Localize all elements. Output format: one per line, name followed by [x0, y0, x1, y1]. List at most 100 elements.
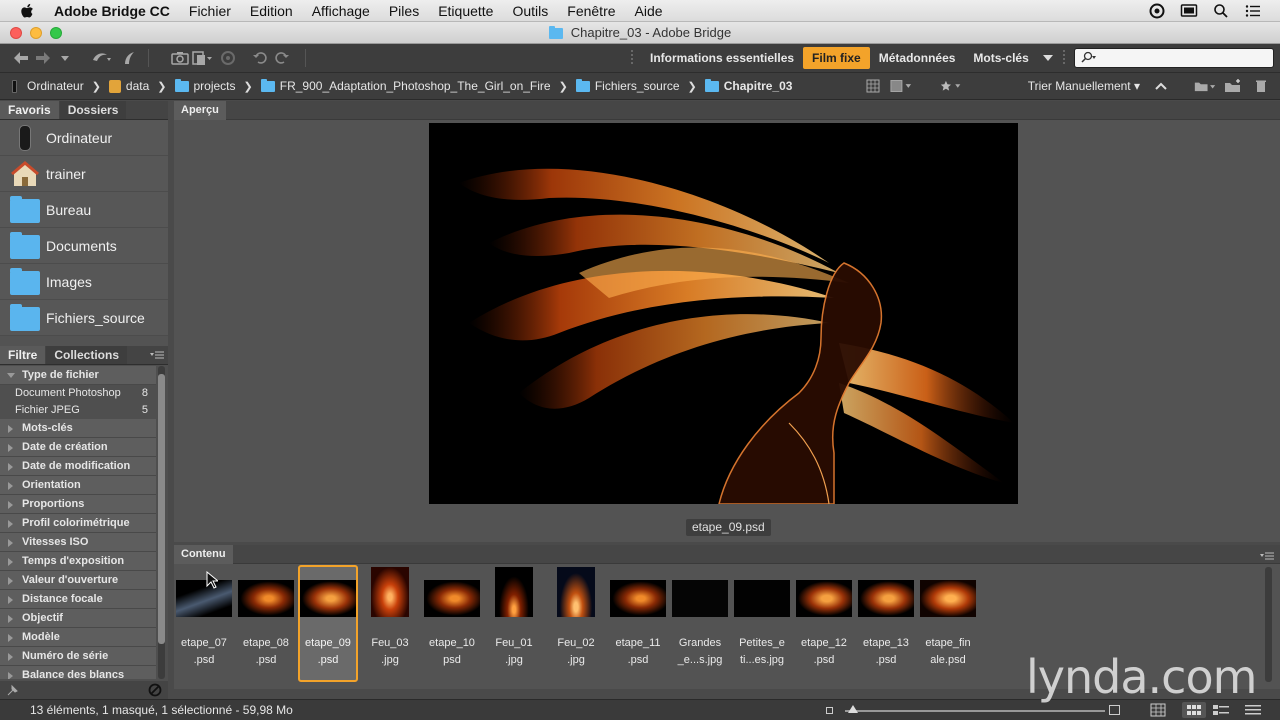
filter-value-jpeg[interactable]: Fichier JPEG 5 [0, 402, 156, 419]
creative-cloud-icon[interactable] [1148, 3, 1166, 19]
refine-icon[interactable] [191, 49, 213, 67]
details-view-icon[interactable] [1212, 703, 1230, 720]
menu-fenetre[interactable]: Fenêtre [567, 3, 615, 19]
thumbnail-item[interactable]: etape_07 .psd [174, 565, 234, 682]
thumbnail-item[interactable]: Grandes _e...s.jpg [670, 565, 730, 682]
thumbnail-item[interactable]: etape_fin ale.psd [918, 565, 978, 682]
breadcrumb-chapitre03[interactable]: Chapitre_03 [704, 78, 792, 93]
apple-icon[interactable] [20, 3, 38, 19]
rotate-right-icon[interactable] [271, 49, 293, 67]
favorite-trainer[interactable]: trainer [0, 156, 168, 192]
breadcrumb-fichiers-source[interactable]: Fichiers_source [575, 78, 680, 93]
breadcrumb-separator[interactable]: ❯ [236, 80, 261, 93]
reveal-recent-icon[interactable] [118, 49, 140, 67]
workspace-menu-chevron-down-icon[interactable] [1038, 47, 1058, 69]
tab-contenu[interactable]: Contenu [174, 545, 233, 564]
new-folder-icon[interactable] [1222, 77, 1244, 95]
filter-group-date-modified[interactable]: Date de modification [0, 457, 156, 476]
search-icon[interactable] [1080, 51, 1096, 66]
menu-fichier[interactable]: Fichier [189, 3, 231, 19]
breadcrumb-data[interactable]: data [108, 79, 149, 93]
quality-grid-icon[interactable] [862, 77, 884, 95]
spotlight-search-icon[interactable] [1212, 3, 1230, 19]
favorite-ordinateur[interactable]: Ordinateur [0, 120, 168, 156]
filter-group-aperture[interactable]: Valeur d'ouverture [0, 571, 156, 590]
close-window-button[interactable] [10, 27, 22, 39]
sort-dropdown[interactable]: Trier Manuellement ▾ [1028, 79, 1140, 93]
sort-ascending-chevron-up-icon[interactable] [1150, 77, 1172, 95]
breadcrumb-computer[interactable]: Ordinateur [12, 79, 84, 93]
open-recent-folder-icon[interactable] [1194, 77, 1216, 95]
filter-group-type[interactable]: Type de fichier [0, 366, 156, 385]
list-view-icon[interactable] [1244, 703, 1262, 720]
thumbnail-item[interactable]: etape_10 psd [422, 565, 482, 682]
filter-group-white-balance[interactable]: Balance des blancs [0, 666, 156, 679]
drag-handle-icon[interactable] [1060, 49, 1068, 67]
favorite-bureau[interactable]: Bureau [0, 192, 168, 228]
thumbnail-quality-icon[interactable] [890, 77, 912, 95]
favorite-fichiers-source[interactable]: Fichiers_source [0, 300, 168, 336]
grid-lock-icon[interactable] [1150, 703, 1166, 720]
menu-affichage[interactable]: Affichage [312, 3, 370, 19]
thumbnail-size-slider[interactable] [845, 710, 1105, 712]
tab-favoris[interactable]: Favoris [0, 101, 59, 119]
trash-icon[interactable] [1250, 77, 1272, 95]
filter-group-keywords[interactable]: Mots-clés [0, 419, 156, 438]
favorite-images[interactable]: Images [0, 264, 168, 300]
menu-aide[interactable]: Aide [635, 3, 663, 19]
tab-apercu[interactable]: Aperçu [174, 101, 226, 120]
favorite-documents[interactable]: Documents [0, 228, 168, 264]
history-dropdown-icon[interactable] [54, 49, 76, 67]
filter-group-color-profile[interactable]: Profil colorimétrique [0, 514, 156, 533]
thumbnail-item[interactable]: Feu_02 .jpg [546, 565, 606, 682]
filter-group-date-created[interactable]: Date de création [0, 438, 156, 457]
thumbnail-item[interactable]: Petites_e ti...es.jpg [732, 565, 792, 682]
filter-group-iso[interactable]: Vitesses ISO [0, 533, 156, 552]
menu-piles[interactable]: Piles [389, 3, 419, 19]
workspace-keywords[interactable]: Mots-clés [964, 47, 1037, 69]
tab-filtre[interactable]: Filtre [0, 346, 46, 364]
notification-list-icon[interactable] [1244, 3, 1262, 19]
small-thumbnail-icon[interactable] [826, 707, 833, 714]
panel-menu-icon[interactable] [150, 350, 164, 364]
forward-arrow-icon[interactable] [32, 49, 54, 67]
zoom-window-button[interactable] [50, 27, 62, 39]
search-input[interactable] [1099, 50, 1269, 68]
content-scrollbar[interactable] [1265, 567, 1272, 682]
breadcrumb-separator[interactable]: ❯ [680, 80, 705, 93]
thumbnail-item[interactable]: etape_12 .psd [794, 565, 854, 682]
thumbnail-item-selected[interactable]: etape_09 .psd [298, 565, 358, 682]
tab-dossiers[interactable]: Dossiers [59, 101, 127, 119]
large-thumbnail-icon[interactable] [1109, 705, 1120, 715]
breadcrumb-separator[interactable]: ❯ [84, 80, 109, 93]
minimize-window-button[interactable] [30, 27, 42, 39]
camera-download-icon[interactable] [169, 49, 191, 67]
filter-group-lens[interactable]: Objectif [0, 609, 156, 628]
thumbnail-item[interactable]: etape_13 .psd [856, 565, 916, 682]
filter-group-focal-length[interactable]: Distance focale [0, 590, 156, 609]
filter-group-aspect[interactable]: Proportions [0, 495, 156, 514]
menu-outils[interactable]: Outils [512, 3, 548, 19]
filter-group-orientation[interactable]: Orientation [0, 476, 156, 495]
thumbnail-item[interactable]: Feu_03 .jpg [360, 565, 420, 682]
filter-value-psd[interactable]: Document Photoshop 8 [0, 385, 156, 402]
breadcrumb-separator[interactable]: ❯ [149, 80, 174, 93]
menu-app-name[interactable]: Adobe Bridge CC [54, 3, 170, 19]
menu-edition[interactable]: Edition [250, 3, 293, 19]
boomerang-icon[interactable] [90, 49, 112, 67]
filter-group-model[interactable]: Modèle [0, 628, 156, 647]
menu-etiquette[interactable]: Etiquette [438, 3, 493, 19]
back-arrow-icon[interactable] [10, 49, 32, 67]
workspace-metadata[interactable]: Métadonnées [870, 47, 965, 69]
rotate-left-icon[interactable] [249, 49, 271, 67]
tab-collections[interactable]: Collections [46, 346, 128, 364]
breadcrumb-fr900[interactable]: FR_900_Adaptation_Photoshop_The_Girl_on_… [260, 78, 551, 93]
slider-knob[interactable] [848, 705, 858, 713]
breadcrumb-separator[interactable]: ❯ [551, 80, 576, 93]
thumbnail-view-button[interactable] [1182, 702, 1206, 718]
display-icon[interactable] [1180, 3, 1198, 19]
preview-image[interactable] [429, 123, 1018, 504]
workspace-filmstrip[interactable]: Film fixe [803, 47, 870, 69]
star-filter-icon[interactable] [940, 77, 962, 95]
thumbnail-item[interactable]: Feu_01 .jpg [484, 565, 544, 682]
